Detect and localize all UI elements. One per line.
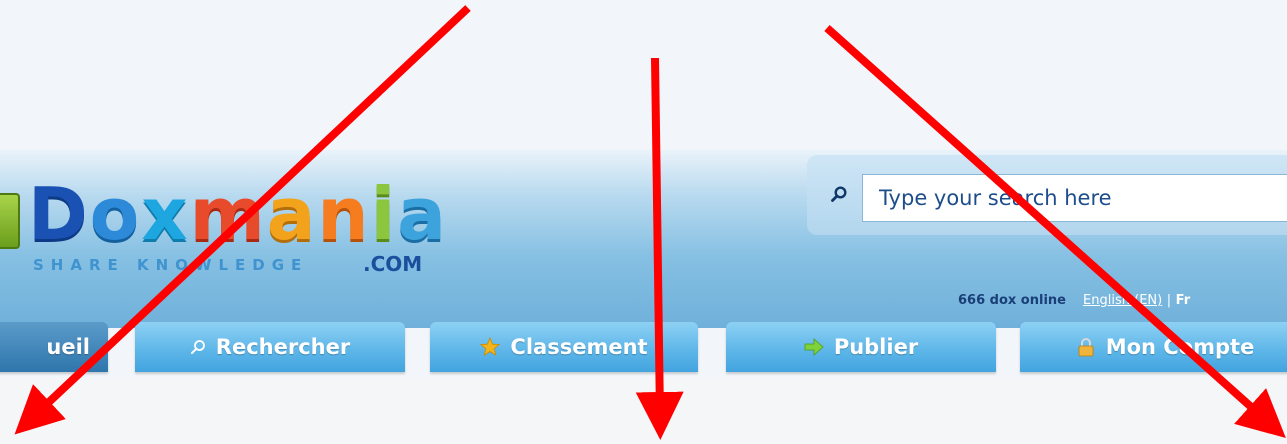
dox-online-count: 666 dox online (958, 293, 1066, 308)
logo-letter-x: x (141, 172, 190, 256)
search-input[interactable] (862, 174, 1287, 222)
logo-letter-a2: a (397, 172, 448, 256)
logo-letter-d: D (28, 172, 90, 256)
search-icon (190, 340, 205, 354)
language-separator: | (1166, 293, 1172, 308)
top-links: 666 dox online English (EN) | Fr (958, 293, 1190, 308)
logo-icon (0, 193, 20, 249)
tab-mon-compte[interactable]: Mon Compte (1020, 322, 1287, 372)
tab-label: ueil (46, 335, 90, 359)
tab-rechercher[interactable]: Rechercher (135, 322, 405, 372)
arrow-right-icon (804, 338, 824, 356)
tab-label: Mon Compte (1105, 335, 1255, 359)
tab-label: Publier (833, 335, 919, 359)
logo-domain: .COM (363, 252, 423, 276)
search-icon[interactable] (831, 186, 847, 202)
tab-label: Rechercher (215, 335, 351, 359)
lock-icon (1078, 338, 1094, 357)
star-icon (480, 337, 501, 357)
content-area (0, 378, 1287, 444)
logo-wordmark[interactable]: Doxmania (28, 174, 448, 254)
logo-letter-n: n (317, 172, 371, 256)
logo-letter-o: o (89, 172, 142, 256)
logo-letter-a: a (266, 172, 318, 256)
tab-publier[interactable]: Publier (726, 322, 996, 372)
language-english-link[interactable]: English (EN) (1083, 293, 1162, 308)
logo-letter-m: m (189, 172, 267, 256)
logo-tagline: SHARE KNOWLEDGE (33, 256, 309, 274)
logo-letter-i: i (370, 172, 398, 256)
language-french-link[interactable]: Fr (1176, 293, 1190, 308)
tab-classement[interactable]: Classement (430, 322, 698, 372)
tab-accueil[interactable]: ueil (0, 322, 108, 372)
tab-label: Classement (510, 335, 648, 359)
